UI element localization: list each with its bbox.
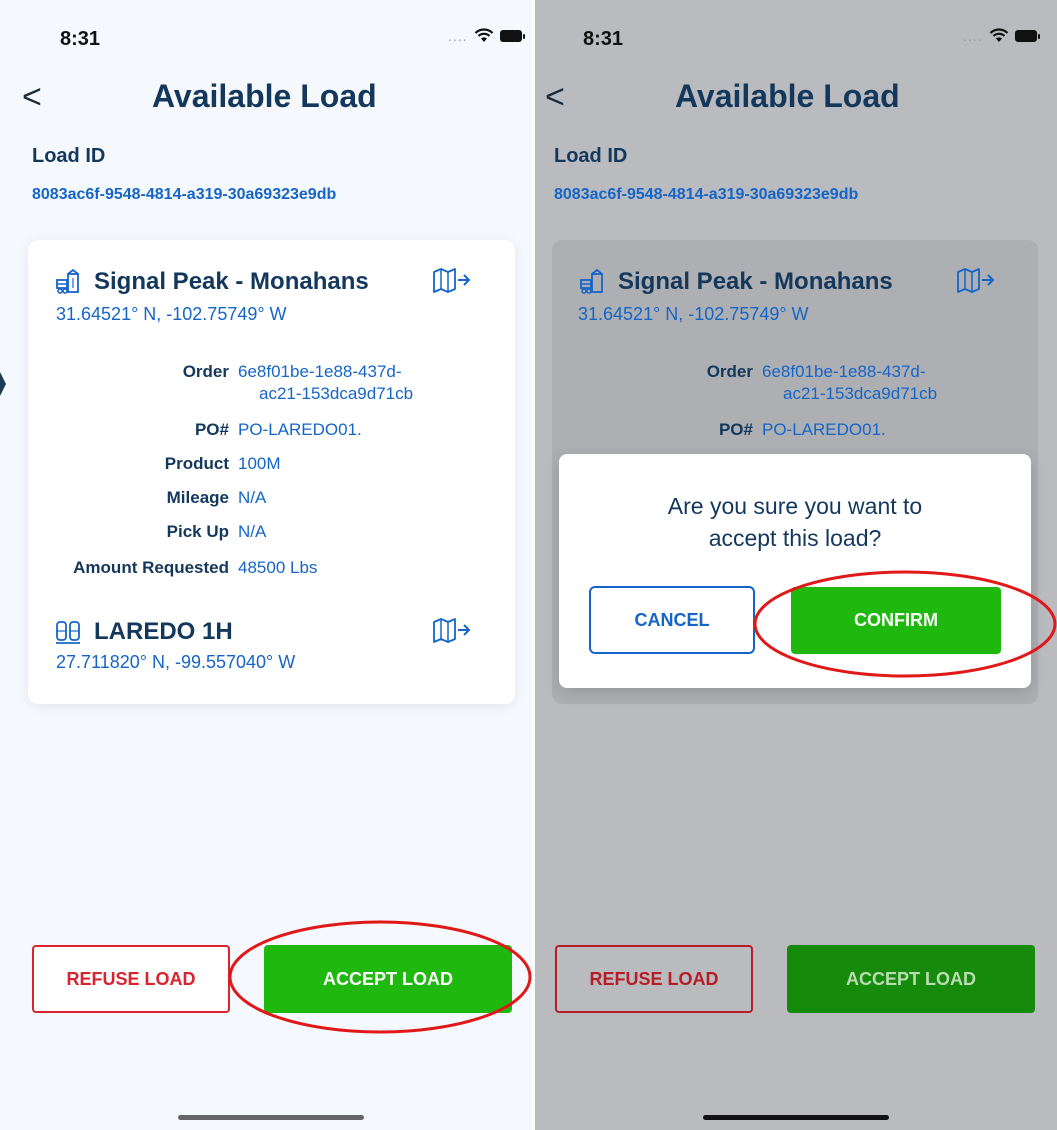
detail-value: 6e8f01be-1e88-437d- ac21-153dca9d71cb <box>762 362 938 403</box>
detail-label: Amount Requested <box>73 558 229 577</box>
refuse-load-button[interactable]: REFUSE LOAD <box>555 945 753 1013</box>
map-navigate-icon[interactable] <box>956 266 996 294</box>
detail-label: PO# <box>718 420 753 439</box>
detail-value: 6e8f01be-1e88-437d- ac21-153dca9d71cb <box>238 362 414 403</box>
refuse-load-button[interactable]: REFUSE LOAD <box>32 945 230 1013</box>
accept-load-button[interactable]: ACCEPT LOAD <box>264 945 512 1013</box>
detail-label: Order <box>706 362 753 381</box>
status-icons: .... <box>963 27 1040 44</box>
load-details-card: Signal Peak - Monahans 31.64521° N, -102… <box>28 240 515 704</box>
detail-label: PO# <box>194 420 229 439</box>
side-arrow-icon <box>0 372 6 396</box>
map-navigate-icon[interactable] <box>432 266 472 294</box>
pickup-coords: 31.64521° N, -102.75749° W <box>578 304 809 324</box>
cancel-button[interactable]: CANCEL <box>589 586 755 654</box>
home-indicator <box>703 1115 889 1120</box>
detail-label: Pick Up <box>166 522 229 541</box>
load-id-value: 8083ac6f-9548-4814-a319-30a69323e9db <box>32 186 337 203</box>
detail-pickup: Pick Up N/A <box>28 522 267 542</box>
detail-value: PO-LAREDO01. <box>238 420 362 439</box>
detail-label: Mileage <box>166 488 229 507</box>
back-button[interactable]: < <box>22 78 42 117</box>
wifi-icon <box>989 28 1008 42</box>
dropoff-title: LAREDO 1H <box>54 618 233 646</box>
detail-value: 100M <box>238 454 281 473</box>
load-id-value: 8083ac6f-9548-4814-a319-30a69323e9db <box>554 186 859 203</box>
map-navigate-icon[interactable] <box>432 616 472 644</box>
detail-label: Product <box>164 454 229 473</box>
page-title: Available Load <box>675 78 900 114</box>
load-id-label: Load ID <box>554 145 628 167</box>
wifi-icon <box>474 28 493 42</box>
screen-available-load: 8:31 .... < Available Load Load ID 8083a… <box>0 0 532 1130</box>
detail-order: Order 6e8f01be-1e88-437d- ac21-153dca9d7… <box>552 362 937 405</box>
status-time: 8:31 <box>60 28 101 50</box>
pickup-title: Signal Peak - Monahans <box>578 268 893 296</box>
detail-po: PO# PO-LAREDO01. <box>552 420 886 440</box>
silo-icon <box>56 268 79 294</box>
pickup-title: Signal Peak - Monahans <box>54 268 369 296</box>
confirm-button[interactable]: CONFIRM <box>791 587 1001 654</box>
confirm-dialog: Are you sure you want to accept this loa… <box>559 454 1031 688</box>
dropoff-coords: 27.711820° N, -99.557040° W <box>56 652 296 672</box>
dialog-message: Are you sure you want to accept this loa… <box>667 493 923 551</box>
tank-icon <box>56 621 80 644</box>
detail-value: PO-LAREDO01. <box>762 420 886 439</box>
pickup-name: Signal Peak - Monahans <box>618 268 893 295</box>
home-indicator <box>178 1115 364 1120</box>
screen-confirm-dialog: 8:31 .... < Available Load Load ID 8083a… <box>535 0 1057 1130</box>
load-id-label: Load ID <box>32 145 106 167</box>
dropoff-name: LAREDO 1H <box>94 618 233 645</box>
battery-icon <box>1014 29 1040 42</box>
back-button[interactable]: < <box>545 78 565 117</box>
signal-dots: .... <box>448 27 468 44</box>
detail-value: N/A <box>238 522 267 541</box>
page-title: Available Load <box>152 78 377 114</box>
detail-value: N/A <box>238 488 267 507</box>
detail-label: Order <box>182 362 229 381</box>
status-time: 8:31 <box>583 28 624 50</box>
detail-order: Order 6e8f01be-1e88-437d- ac21-153dca9d7… <box>28 362 413 405</box>
pickup-name: Signal Peak - Monahans <box>94 268 369 295</box>
detail-amount: Amount Requested 48500 Lbs <box>28 558 317 578</box>
detail-po: PO# PO-LAREDO01. <box>28 420 362 440</box>
pickup-coords: 31.64521° N, -102.75749° W <box>56 304 287 324</box>
status-icons: .... <box>448 27 525 44</box>
battery-icon <box>499 29 525 42</box>
detail-product: Product 100M <box>28 454 281 474</box>
detail-mileage: Mileage N/A <box>28 488 267 508</box>
detail-value: 48500 Lbs <box>238 558 318 577</box>
accept-load-button[interactable]: ACCEPT LOAD <box>787 945 1035 1013</box>
signal-dots: .... <box>963 27 983 44</box>
silo-icon <box>580 268 603 294</box>
